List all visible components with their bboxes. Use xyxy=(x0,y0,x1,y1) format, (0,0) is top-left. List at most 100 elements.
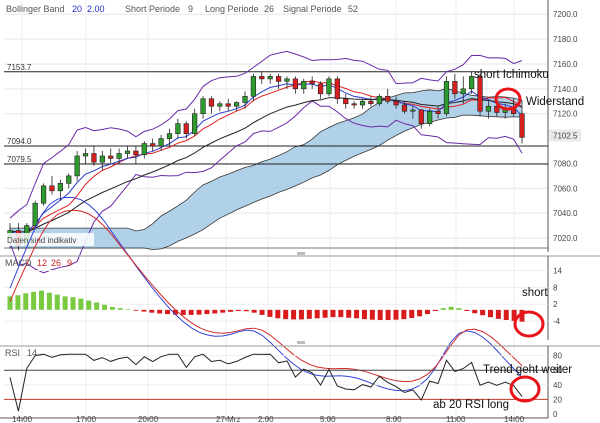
macd-histogram-bar xyxy=(212,309,218,314)
macd-histogram-bar xyxy=(39,290,45,310)
panel-resize-handle[interactable] xyxy=(297,252,305,255)
annotation-circle-rsi xyxy=(509,375,541,403)
macd-histogram-bar xyxy=(361,309,367,320)
macd-histogram-bar xyxy=(322,309,328,318)
macd-histogram-bar xyxy=(480,309,486,316)
time-axis: 14:00 17:00 20:00 27 Mrz 2:00 5:00 8:00 11:00 14… xyxy=(0,415,548,423)
candle-body xyxy=(477,76,483,112)
candle-body xyxy=(284,78,290,82)
macd-histogram-bar xyxy=(401,309,407,320)
candle-body xyxy=(57,183,63,192)
macd-tick-label: 8 xyxy=(553,283,558,292)
macd-histogram-bar xyxy=(228,309,234,312)
level-label: 7153.7 xyxy=(7,63,32,72)
indicative-data-note: Daten sind indikativ xyxy=(7,236,76,245)
candle-body xyxy=(91,153,97,163)
bollinger-label: Bollinger Band xyxy=(6,4,65,14)
macd-histogram-bar xyxy=(487,309,493,318)
candle-body xyxy=(317,83,324,95)
candle-body xyxy=(158,138,164,147)
candle-body xyxy=(376,95,382,105)
macd-histogram-bar xyxy=(133,309,139,311)
macd-histogram-bar xyxy=(46,292,52,310)
candle-body xyxy=(99,155,105,163)
rsi-tick-label: 80 xyxy=(553,352,562,361)
rsi-param: 14 xyxy=(27,348,37,358)
candle-body xyxy=(49,185,55,192)
macd-histogram-bar xyxy=(235,309,241,311)
time-tick-label: 14:00 xyxy=(504,415,525,423)
trading-chart: 7153.7 7094.0 7079.5 7200.0 7180.0 7160.0 714… xyxy=(0,0,600,423)
macd-histogram-bar xyxy=(417,309,423,317)
macd-histogram-bar xyxy=(259,309,265,315)
macd-histogram-bar xyxy=(306,309,312,319)
candle-body xyxy=(343,98,349,105)
macd-histogram-bar xyxy=(298,309,304,320)
candle-body xyxy=(275,76,282,82)
time-tick-label: 8:00 xyxy=(386,415,402,423)
signal-periode-label: Signal Periode xyxy=(283,4,342,14)
macd-histogram-bar xyxy=(472,309,478,314)
candle-body xyxy=(418,109,424,124)
bollinger-param-2: 2.00 xyxy=(87,4,105,14)
candle-body xyxy=(200,98,206,114)
time-tick-label: 14:00 xyxy=(12,415,33,423)
macd-param-fast: 12 xyxy=(37,258,47,268)
macd-param-signal: 9 xyxy=(67,258,72,268)
macd-label: MACD xyxy=(5,258,32,268)
macd-histogram-bar xyxy=(495,309,501,319)
price-tick-label: 7140.0 xyxy=(553,85,578,94)
macd-histogram-bar xyxy=(157,309,163,314)
macd-histogram-bar xyxy=(346,309,352,318)
price-tick-label: 7160.0 xyxy=(553,60,578,69)
short-periode-value: 9 xyxy=(188,4,193,14)
rsi-tick-label: 0 xyxy=(553,410,558,419)
macd-histogram-bar xyxy=(62,296,68,310)
short-periode-label: Short Periode xyxy=(125,4,180,14)
rsi-tick-label: 20 xyxy=(553,395,562,404)
macd-histogram-bar xyxy=(86,300,92,310)
macd-histogram-bar xyxy=(220,309,226,313)
candle-body xyxy=(242,95,248,103)
macd-tick-label: -4 xyxy=(553,317,561,326)
annotation-trend: Trend geht weiter xyxy=(483,364,572,376)
candle-body xyxy=(368,100,374,105)
annotation-short: short xyxy=(522,287,548,299)
level-label: 7079.5 xyxy=(7,155,32,164)
time-tick-label: 17:00 xyxy=(76,415,97,423)
macd-tick-label: 2 xyxy=(553,300,558,309)
time-tick-label: 27 Mrz xyxy=(216,415,240,423)
price-tick-label: 7060.0 xyxy=(553,184,578,193)
rsi-tick-label: 40 xyxy=(553,381,562,390)
macd-histogram-bar xyxy=(432,309,438,311)
candle-body xyxy=(401,104,408,112)
level-label: 7094.0 xyxy=(7,137,32,146)
macd-histogram-bar xyxy=(291,309,297,320)
price-tick-label: 7200.0 xyxy=(553,10,578,19)
macd-histogram-bar xyxy=(275,309,281,319)
long-periode-label: Long Periode xyxy=(205,4,259,14)
candle-body xyxy=(175,123,181,134)
macd-histogram-bar xyxy=(125,309,131,310)
macd-histogram-bar xyxy=(283,309,289,320)
candle-body xyxy=(225,103,231,107)
time-tick-label: 11:00 xyxy=(446,415,466,423)
macd-histogram-bar xyxy=(109,307,115,310)
price-tick-label: 7040.0 xyxy=(553,209,578,218)
macd-histogram-bar xyxy=(456,308,462,310)
candle-body xyxy=(435,110,441,114)
candle-body xyxy=(208,98,215,107)
macd-histogram-bar xyxy=(377,309,383,320)
macd-histogram-bar xyxy=(165,309,171,315)
candle-body xyxy=(292,78,298,90)
candle-body xyxy=(32,202,38,226)
panel-resize-handle[interactable] xyxy=(297,341,305,344)
annotation-widerstand: Widerstand xyxy=(526,96,584,108)
macd-histogram-bar xyxy=(267,309,273,317)
time-tick-label: 5:00 xyxy=(320,415,336,423)
macd-histogram-bar xyxy=(141,309,147,312)
candle-body xyxy=(124,150,131,154)
candle-body xyxy=(385,95,391,102)
candle-body xyxy=(301,81,307,90)
price-tick-label: 7020.0 xyxy=(553,234,578,243)
